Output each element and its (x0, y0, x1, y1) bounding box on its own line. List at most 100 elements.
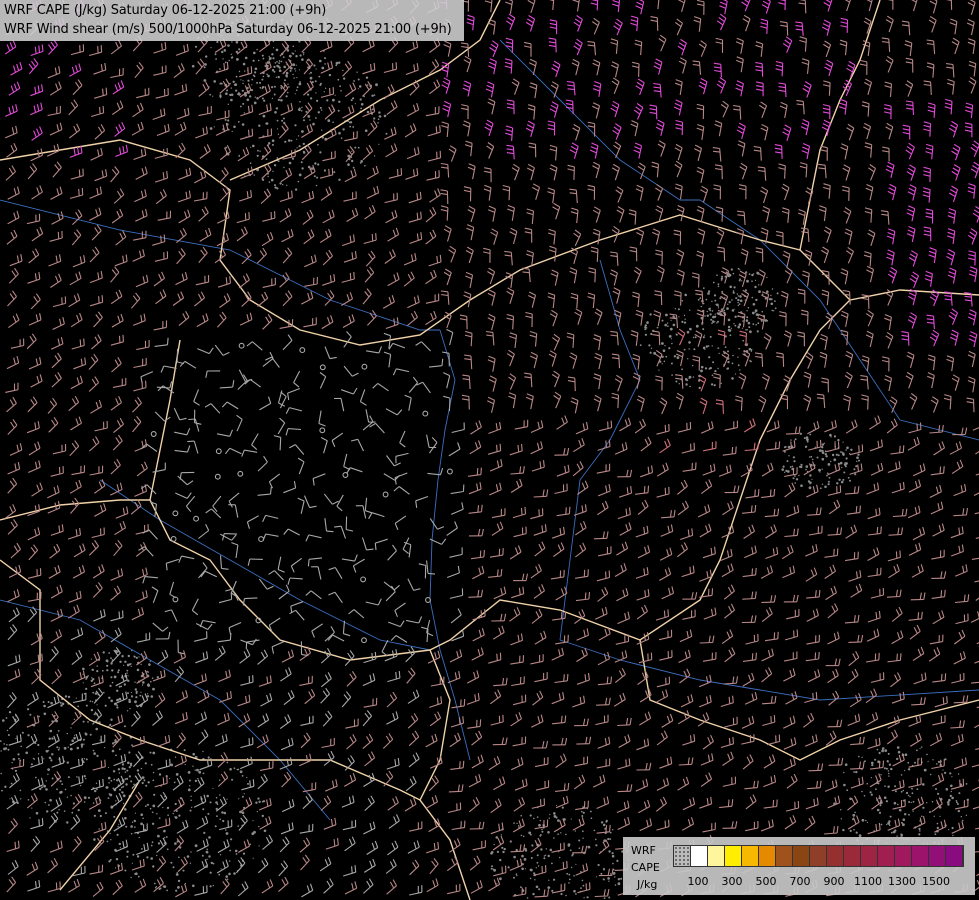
terrain-dot (37, 753, 40, 755)
terrain-dot (172, 812, 174, 815)
terrain-dot (310, 71, 312, 74)
terrain-dot (43, 712, 47, 716)
terrain-dot (130, 663, 132, 665)
terrain-dot (51, 753, 54, 756)
legend-swatch (827, 846, 844, 866)
terrain-dot (811, 458, 814, 461)
terrain-dot (124, 660, 127, 663)
terrain-dot (683, 314, 686, 317)
terrain-dot (300, 110, 303, 112)
terrain-dot (134, 700, 137, 704)
terrain-dot (710, 318, 713, 321)
terrain-dot (541, 828, 543, 831)
terrain-dot (257, 59, 260, 62)
terrain-dot (21, 731, 24, 734)
terrain-dot (910, 801, 912, 804)
terrain-dot (575, 863, 577, 865)
terrain-dot (243, 793, 245, 795)
terrain-dot (912, 800, 915, 803)
terrain-dot (178, 856, 180, 859)
terrain-dot (871, 761, 874, 765)
terrain-dot (82, 667, 85, 671)
terrain-dot (243, 112, 246, 114)
terrain-dot (315, 184, 318, 187)
terrain-dot (153, 882, 156, 885)
terrain-dot (49, 729, 53, 733)
terrain-dot (603, 897, 606, 899)
terrain-dot (155, 886, 157, 888)
terrain-dot (106, 669, 109, 672)
terrain-dot (883, 796, 887, 799)
terrain-dot (894, 790, 897, 793)
terrain-dot (929, 773, 932, 776)
terrain-dot (547, 831, 550, 834)
terrain-dot (39, 787, 42, 791)
terrain-dot (66, 821, 69, 824)
terrain-dot (259, 81, 261, 84)
terrain-dot (43, 704, 46, 708)
terrain-dot (228, 860, 231, 862)
terrain-dot (229, 849, 232, 852)
terrain-dot (711, 345, 713, 347)
terrain-dot (134, 872, 137, 875)
terrain-dot (194, 45, 198, 48)
terrain-dot (328, 73, 332, 77)
terrain-dot (120, 786, 123, 789)
terrain-dot (664, 323, 667, 327)
terrain-dot (301, 106, 303, 109)
terrain-dot (827, 463, 831, 466)
terrain-dot (122, 802, 125, 805)
terrain-dot (337, 109, 340, 112)
terrain-dot (742, 340, 744, 342)
terrain-dot (131, 744, 133, 747)
terrain-dot (774, 300, 776, 302)
terrain-dot (263, 99, 266, 102)
terrain-dot (332, 98, 335, 102)
terrain-dot (284, 79, 286, 82)
terrain-dot (595, 844, 598, 847)
terrain-dot (737, 356, 739, 358)
terrain-dot (6, 729, 9, 732)
terrain-dot (285, 95, 288, 98)
terrain-dot (314, 162, 317, 165)
terrain-dot (831, 453, 835, 457)
terrain-dot (299, 54, 302, 57)
terrain-dot (787, 445, 791, 449)
terrain-dot (60, 704, 63, 707)
terrain-dot (919, 747, 921, 750)
terrain-dot (819, 487, 822, 490)
terrain-dot (958, 792, 961, 795)
terrain-dot (737, 304, 739, 307)
terrain-dot (70, 727, 72, 729)
terrain-dot (83, 801, 86, 803)
terrain-dot (93, 752, 96, 755)
terrain-dot (156, 813, 158, 815)
terrain-dot (210, 47, 212, 49)
terrain-dot (252, 820, 254, 822)
terrain-dot (122, 764, 124, 766)
terrain-dot (607, 877, 610, 880)
terrain-dot (928, 811, 931, 814)
terrain-dot (751, 311, 755, 315)
terrain-dot (227, 44, 230, 47)
terrain-dot (840, 480, 844, 484)
terrain-dot (191, 64, 195, 68)
terrain-dot (665, 313, 668, 317)
terrain-dot (916, 788, 919, 791)
terrain-dot (223, 49, 227, 52)
terrain-dot (914, 761, 916, 764)
terrain-dot (353, 80, 355, 82)
terrain-dot (737, 267, 740, 270)
terrain-dot (774, 307, 777, 310)
terrain-dot (904, 753, 908, 756)
terrain-dot (583, 897, 585, 899)
terrain-dot (48, 737, 51, 740)
terrain-dot (727, 325, 731, 329)
terrain-dot (578, 839, 581, 842)
terrain-dot (192, 884, 195, 888)
terrain-dot (755, 324, 757, 326)
terrain-dot (689, 327, 692, 331)
terrain-dot (493, 843, 495, 846)
terrain-dot (121, 655, 124, 658)
terrain-dot (805, 465, 809, 468)
